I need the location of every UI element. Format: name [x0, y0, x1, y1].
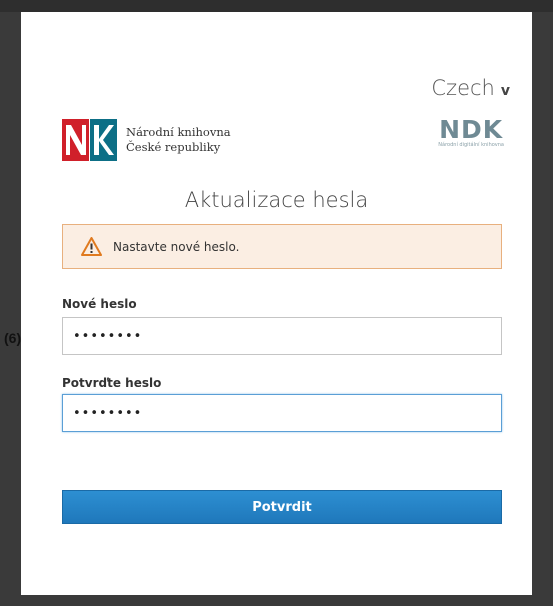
nk-logo-mark [62, 119, 117, 161]
ndk-logo-mark: NDK [439, 115, 504, 144]
warning-alert: Nastavte nové heslo. [62, 224, 502, 269]
ndk-logo: NDK Národní digitální knihovna [438, 115, 504, 149]
nk-logo-line2: České republiky [126, 140, 221, 154]
new-password-input[interactable] [62, 317, 502, 355]
confirm-password-input[interactable] [62, 394, 502, 432]
chevron-down-icon: v [500, 83, 510, 99]
warning-icon [81, 237, 102, 256]
new-password-label: Nové heslo [62, 297, 137, 311]
confirm-password-label: Potvrďte heslo [62, 376, 162, 390]
nk-logo-text: Národní knihovna České republiky [126, 125, 231, 155]
submit-button[interactable]: Potvrdit [62, 490, 502, 524]
language-selector[interactable]: Czech v [431, 76, 510, 100]
nk-logo: Národní knihovna České republiky [62, 119, 231, 161]
step-annotation: (6) [4, 330, 22, 346]
window-frame [0, 0, 553, 12]
login-card: Czech v Národní knihovna České republiky… [21, 12, 532, 595]
page-title: Aktualizace hesla [184, 188, 369, 212]
language-label: Czech [431, 76, 495, 100]
ndk-logo-subtitle: Národní digitální knihovna [438, 142, 504, 148]
alert-message: Nastavte nové heslo. [113, 239, 240, 254]
nk-logo-line1: Národní knihovna [126, 125, 231, 139]
